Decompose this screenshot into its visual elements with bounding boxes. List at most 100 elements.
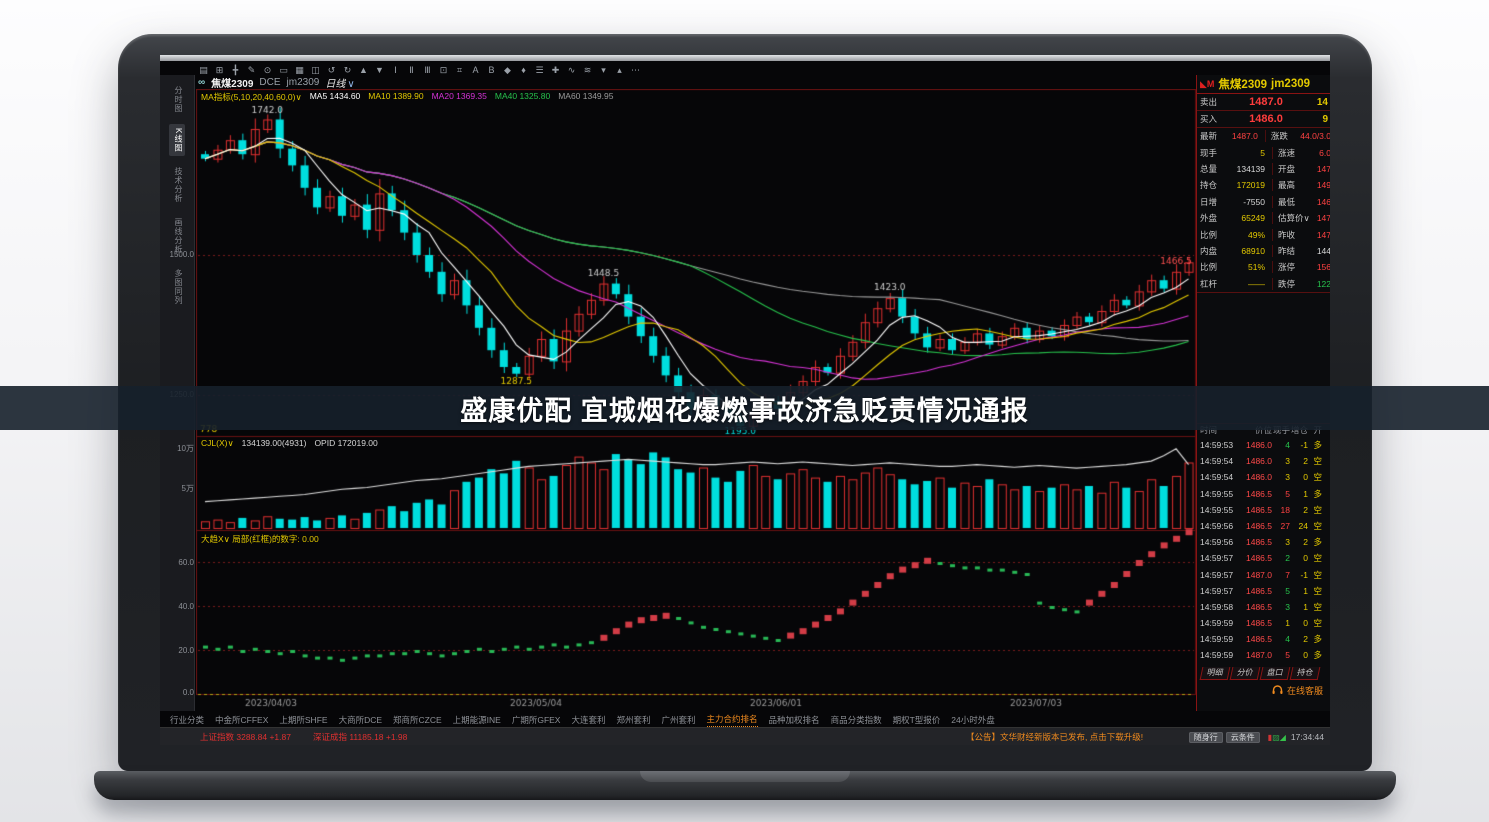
market-tab-5[interactable]: 上期能源INE xyxy=(453,714,501,726)
toolbar-icon[interactable]: ▭ xyxy=(278,64,289,76)
sidebar-item-1[interactable]: K线图 xyxy=(169,124,185,156)
toolbar-icon[interactable]: Ⅲ xyxy=(422,64,433,76)
tape-hand: 27 xyxy=(1272,521,1290,531)
tape-type: 空 xyxy=(1308,601,1322,613)
tape-row: 14:59:571487.07-1空 xyxy=(1197,566,1330,582)
tape-delta: 24 xyxy=(1290,521,1308,531)
tape-time: 14:59:57 xyxy=(1200,553,1237,563)
market-tab-10[interactable]: 主力合约排名 xyxy=(707,713,758,727)
panel-tab-1[interactable]: 分价 xyxy=(1230,667,1261,680)
tape-time: 14:59:55 xyxy=(1200,489,1237,499)
toolbar-icon[interactable]: A xyxy=(470,64,481,76)
quote-label: 外盘 xyxy=(1200,212,1227,224)
tape-list[interactable]: 14:59:531486.04-1多14:59:541486.032空14:59… xyxy=(1197,437,1330,665)
market-tab-3[interactable]: 大商所DCE xyxy=(339,714,382,726)
ma-value-label: MA20 1369.35 xyxy=(432,91,487,103)
status-button[interactable]: 随身行 xyxy=(1189,732,1223,743)
toolbar-icon[interactable]: ⊙ xyxy=(262,64,273,76)
tape-hand: 3 xyxy=(1272,537,1290,547)
symbol-code: jm2309 xyxy=(287,77,320,88)
toolbar-icon[interactable]: ⌗ xyxy=(454,64,465,76)
market-tab-9[interactable]: 广州套利 xyxy=(662,714,696,726)
toolbar-icon[interactable]: ✚ xyxy=(550,64,561,76)
sidebar-item-0[interactable]: 分时图 xyxy=(169,82,185,117)
notice-link[interactable]: 【公告】文华财经新版本已发布, 点击下载升级! xyxy=(966,731,1143,743)
market-tab-6[interactable]: 广期所GFEX xyxy=(512,714,561,726)
tape-price: 1486.5 xyxy=(1237,634,1272,644)
link-icon[interactable]: ∞ xyxy=(198,77,205,88)
market-tab-7[interactable]: 大连套利 xyxy=(571,714,605,726)
customer-service-label: 在线客服 xyxy=(1287,684,1323,697)
toolbar-icon[interactable]: B xyxy=(486,64,497,76)
quote-label: 日增 xyxy=(1200,196,1227,208)
toolbar-icon[interactable]: ☰ xyxy=(534,64,545,76)
tape-price: 1486.5 xyxy=(1237,618,1272,628)
status-button[interactable]: 云条件 xyxy=(1226,732,1260,743)
period-selector[interactable]: 日线∨ xyxy=(325,75,354,90)
quote-value: 122 xyxy=(1311,279,1330,289)
tape-price: 1486.0 xyxy=(1237,472,1272,482)
symbol-name[interactable]: 焦煤2309 xyxy=(211,75,253,90)
market-tab-2[interactable]: 上期所SHFE xyxy=(279,714,327,726)
tape-row: 14:59:551486.551多 xyxy=(1197,485,1330,501)
tape-hand: 18 xyxy=(1272,505,1290,515)
toolbar-icon[interactable]: Ⅰ xyxy=(390,64,401,76)
toolbar-icon[interactable]: ▴ xyxy=(614,64,625,76)
tape-type: 空 xyxy=(1308,585,1322,597)
sidebar-item-4[interactable]: 多图同列 xyxy=(169,265,185,309)
market-tab-4[interactable]: 郑商所CZCE xyxy=(393,714,442,726)
quote-label: 内盘 xyxy=(1200,245,1227,257)
tape-price: 1486.5 xyxy=(1237,505,1272,515)
customer-service[interactable]: 在线客服 xyxy=(1197,684,1330,697)
contract-name: 焦煤2309 xyxy=(1218,76,1267,92)
tape-type: 空 xyxy=(1308,520,1322,532)
laptop-base-notch xyxy=(640,771,850,782)
toolbar-icon[interactable]: ◫ xyxy=(310,64,321,76)
quote-label: 最高 xyxy=(1272,179,1311,191)
toolbar-icon[interactable]: ⋯ xyxy=(630,64,641,76)
quote-label: 跌停 xyxy=(1272,278,1311,290)
toolbar-icon[interactable]: ≋ xyxy=(582,64,593,76)
tape-delta: 0 xyxy=(1290,618,1308,628)
tape-time: 14:59:53 xyxy=(1200,440,1237,450)
toolbar-icon[interactable]: ▤ xyxy=(198,64,209,76)
quote-value: 147 xyxy=(1311,230,1330,240)
tape-row: 14:59:531486.04-1多 xyxy=(1197,437,1330,453)
market-tab-11[interactable]: 品种加权排名 xyxy=(769,714,820,726)
toolbar-icon[interactable]: ◆ xyxy=(502,64,513,76)
tape-row: 14:59:541486.030空 xyxy=(1197,469,1330,485)
market-tab-14[interactable]: 24小时外盘 xyxy=(951,714,994,726)
toolbar-icon[interactable]: ∿ xyxy=(566,64,577,76)
tape-time: 14:59:59 xyxy=(1200,650,1237,660)
market-tab-13[interactable]: 期权T型报价 xyxy=(893,714,941,726)
market-tab-12[interactable]: 商品分类指数 xyxy=(831,714,882,726)
panel-tab-3[interactable]: 持仓 xyxy=(1290,667,1321,680)
status-bar: 上证指数 3288.84 +1.87深证成指 11185.18 +1.98 【公… xyxy=(160,727,1330,745)
panel-tab-2[interactable]: 盘口 xyxy=(1260,667,1291,680)
sidebar-item-2[interactable]: 技术分析 xyxy=(169,163,185,207)
tape-hand: 5 xyxy=(1272,650,1290,660)
market-tab-8[interactable]: 郑州套利 xyxy=(617,714,651,726)
market-tab-0[interactable]: 行业分类 xyxy=(170,714,204,726)
tape-time: 14:59:57 xyxy=(1200,570,1237,580)
quote-value: 68910 xyxy=(1227,246,1265,256)
volume-indicator-header[interactable]: CJL(X)∨ 134139.00(4931) OPID 172019.00 xyxy=(201,438,378,449)
toolbar-icon[interactable]: ▲ xyxy=(358,64,369,76)
tape-type: 空 xyxy=(1308,569,1322,581)
tape-row: 14:59:551486.5182空 xyxy=(1197,502,1330,518)
panel-tab-0[interactable]: 明细 xyxy=(1200,667,1231,680)
ma-indicator-header[interactable]: MA指标(5,10,20,40,60,0)∨MA5 1434.60MA10 13… xyxy=(201,91,613,103)
quote-row: 内盘68910昨结144 xyxy=(1197,243,1330,259)
tape-time: 14:59:54 xyxy=(1200,472,1237,482)
custom-indicator-header[interactable]: 大趋X∨ 局部(红框)的数字: 0.00 xyxy=(201,533,319,545)
toolbar-icon[interactable]: ⊡ xyxy=(438,64,449,76)
quote-value: 144 xyxy=(1311,246,1330,256)
indicator-axis-label: 60.0 xyxy=(165,558,194,567)
toolbar-icon[interactable]: ▾ xyxy=(598,64,609,76)
toolbar-icon[interactable]: Ⅱ xyxy=(406,64,417,76)
market-tab-1[interactable]: 中金所CFFEX xyxy=(215,714,268,726)
toolbar-icon[interactable]: ▼ xyxy=(374,64,385,76)
toolbar-icon[interactable]: ♦ xyxy=(518,64,529,76)
tape-delta: 0 xyxy=(1290,650,1308,660)
toolbar-icon[interactable]: ▦ xyxy=(294,64,305,76)
